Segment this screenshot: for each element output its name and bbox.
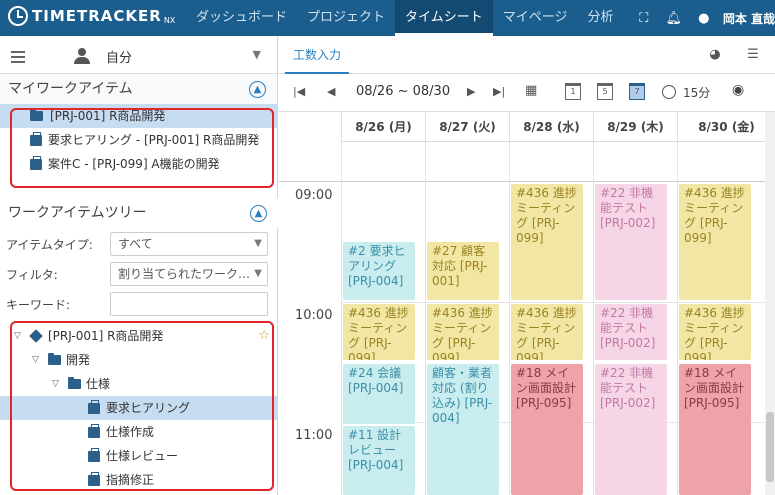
all-day-row[interactable] bbox=[279, 142, 775, 182]
filter-value: 割り当てられたワーク… bbox=[118, 267, 251, 281]
list-icon[interactable]: ☰ bbox=[745, 47, 761, 63]
time-entry[interactable]: #436 進捗ミーティング [PRJ-099] bbox=[511, 184, 583, 300]
work-item-tree-section: ワークアイテムツリー ▲ アイテムタイプ: すべて ▼ フィルタ: 割り当てられ… bbox=[0, 198, 278, 318]
item-type-label: アイテムタイプ: bbox=[6, 238, 93, 252]
column-divider bbox=[341, 142, 342, 495]
time-entry[interactable]: #436 進捗ミーティング [PRJ-099] bbox=[427, 304, 499, 360]
collapse-icon[interactable]: ▲ bbox=[249, 81, 266, 98]
filter-row: フィルタ: 割り当てられたワーク… ▼ bbox=[0, 258, 278, 288]
logo-suffix: NX bbox=[163, 15, 176, 25]
item-type-row: アイテムタイプ: すべて ▼ bbox=[0, 228, 278, 258]
time-entry[interactable]: #2 要求ヒアリング [PRJ-004] bbox=[343, 242, 415, 300]
chevron-down-icon[interactable]: ▼ bbox=[253, 48, 261, 61]
prev-icon[interactable]: ◀ bbox=[327, 85, 335, 98]
day-header: 8/30 (金) bbox=[677, 112, 775, 142]
time-entry[interactable]: #22 非機能テスト [PRJ-002] bbox=[595, 304, 667, 360]
day-header: 8/28 (水) bbox=[509, 112, 593, 142]
time-entry[interactable]: #24 会議 [PRJ-004] bbox=[343, 364, 415, 424]
filter-select[interactable]: 割り当てられたワーク… ▼ bbox=[110, 262, 268, 286]
time-entry[interactable]: #22 非機能テスト [PRJ-002] bbox=[595, 184, 667, 300]
work-item-tree-title: ワークアイテムツリー ▲ bbox=[0, 198, 278, 228]
time-entry[interactable]: #27 顧客対応 [PRJ-001] bbox=[427, 242, 499, 300]
eye-icon[interactable]: ◉ bbox=[732, 82, 744, 98]
user-name[interactable]: 岡本 直哉 bbox=[723, 10, 775, 27]
hour-label: 09:00 bbox=[295, 188, 333, 203]
time-entry[interactable]: #18 メイン画面設計 [PRJ-095] bbox=[679, 364, 751, 495]
item-type-select[interactable]: すべて ▼ bbox=[110, 232, 268, 256]
time-entry[interactable]: #436 進捗ミーティング [PRJ-099] bbox=[343, 304, 415, 360]
time-entry[interactable]: #22 非機能テスト [PRJ-002] bbox=[595, 364, 667, 495]
time-entry[interactable]: #436 進捗ミーティング [PRJ-099] bbox=[511, 304, 583, 360]
left-header: 自分 ▼ bbox=[0, 36, 277, 74]
timesheet-tabs: 工数入力 ◕ ☰ bbox=[279, 36, 775, 74]
work-item-tree-label: ワークアイテムツリー bbox=[8, 205, 147, 221]
collapse-icon[interactable]: ▲ bbox=[250, 205, 267, 222]
timesheet-panel: 工数入力 ◕ ☰ |◀ ◀ 08/26 ~ 08/30 ▶ ▶| ▦ 1 5 7… bbox=[279, 36, 775, 495]
clock-logo-icon bbox=[8, 6, 28, 26]
day-header: 8/27 (火) bbox=[425, 112, 509, 142]
column-divider bbox=[593, 142, 594, 495]
nav-mypage[interactable]: マイページ bbox=[493, 0, 578, 36]
time-entry[interactable]: #436 進捗ミーティング [PRJ-099] bbox=[679, 304, 751, 360]
bell-icon[interactable]: 🔔︎ bbox=[659, 11, 689, 26]
user-selector[interactable]: 自分 bbox=[106, 47, 132, 66]
column-divider bbox=[677, 142, 678, 495]
hour-label: 11:00 bbox=[295, 428, 333, 443]
chevron-down-icon: ▼ bbox=[252, 263, 262, 285]
highlight-box bbox=[10, 108, 274, 188]
clock-icon bbox=[662, 85, 676, 99]
my-work-items-title: マイワークアイテム ▲ bbox=[0, 74, 277, 104]
my-work-items-label: マイワークアイテム bbox=[8, 81, 133, 97]
top-bar: TIMETRACKER NX ダッシュボード プロジェクト タイムシート マイペ… bbox=[0, 0, 775, 36]
column-divider bbox=[425, 142, 426, 495]
app-logo[interactable]: TIMETRACKER NX bbox=[8, 6, 175, 26]
top-icons: ⛶ 🔔︎ ● 岡本 直哉 bbox=[629, 0, 775, 36]
week-grid: 8/26 (月) 8/27 (火) 8/28 (水) 8/29 (木) 8/30… bbox=[279, 112, 775, 495]
person-icon bbox=[74, 48, 90, 64]
calendar-picker-icon[interactable]: ▦ bbox=[525, 83, 537, 98]
time-entry[interactable]: #18 メイン画面設計 [PRJ-095] bbox=[511, 364, 583, 495]
chevron-down-icon: ▼ bbox=[252, 233, 262, 255]
workweek-view-button[interactable]: 5 bbox=[597, 83, 613, 100]
nav-project[interactable]: プロジェクト bbox=[297, 0, 395, 36]
main-nav: ダッシュボード プロジェクト タイムシート マイページ 分析 bbox=[186, 0, 624, 36]
timesheet-toolbar: |◀ ◀ 08/26 ~ 08/30 ▶ ▶| ▦ 1 5 7 15分 ◉ bbox=[279, 74, 775, 112]
hour-label: 10:00 bbox=[295, 308, 333, 323]
tab-effort-entry[interactable]: 工数入力 bbox=[285, 36, 350, 74]
fullscreen-icon[interactable]: ⛶ bbox=[629, 11, 659, 26]
pie-chart-icon[interactable]: ◕ bbox=[707, 47, 723, 63]
interval-select[interactable]: 15分 bbox=[683, 84, 710, 101]
menu-icon[interactable] bbox=[11, 51, 25, 66]
date-range: 08/26 ~ 08/30 bbox=[356, 84, 451, 99]
nav-analysis[interactable]: 分析 bbox=[578, 0, 624, 36]
day-header: 8/26 (月) bbox=[341, 112, 425, 142]
column-divider bbox=[509, 142, 510, 495]
highlight-box bbox=[10, 321, 274, 491]
item-type-value: すべて bbox=[118, 237, 153, 251]
user-icon[interactable]: ● bbox=[689, 11, 719, 26]
day-view-button[interactable]: 1 bbox=[565, 83, 581, 100]
scrollbar-thumb[interactable] bbox=[766, 412, 774, 482]
keyword-row: キーワード: bbox=[0, 288, 278, 318]
filter-label: フィルタ: bbox=[6, 268, 58, 282]
day-header: 8/29 (木) bbox=[593, 112, 677, 142]
nav-timesheet[interactable]: タイムシート bbox=[395, 0, 493, 36]
scrollbar[interactable] bbox=[765, 112, 775, 495]
keyword-label: キーワード: bbox=[6, 298, 71, 312]
keyword-input[interactable] bbox=[110, 292, 268, 316]
hour-line bbox=[341, 302, 775, 303]
next-icon[interactable]: ▶ bbox=[467, 85, 475, 98]
left-panel: 自分 ▼ マイワークアイテム ▲ [PRJ-001] R商品開発 要求ヒアリング… bbox=[0, 36, 278, 495]
time-entry[interactable]: 顧客・業者対応 (割り込み) [PRJ-004] bbox=[427, 364, 499, 495]
time-entry[interactable]: #11 設計レビュー [PRJ-004] bbox=[343, 426, 415, 495]
logo-text: TIMETRACKER bbox=[32, 7, 162, 25]
nav-dashboard[interactable]: ダッシュボード bbox=[186, 0, 297, 36]
last-page-icon[interactable]: ▶| bbox=[493, 85, 505, 98]
week-view-button[interactable]: 7 bbox=[629, 83, 645, 100]
time-entry[interactable]: #436 進捗ミーティング [PRJ-099] bbox=[679, 184, 751, 300]
first-page-icon[interactable]: |◀ bbox=[293, 85, 305, 98]
